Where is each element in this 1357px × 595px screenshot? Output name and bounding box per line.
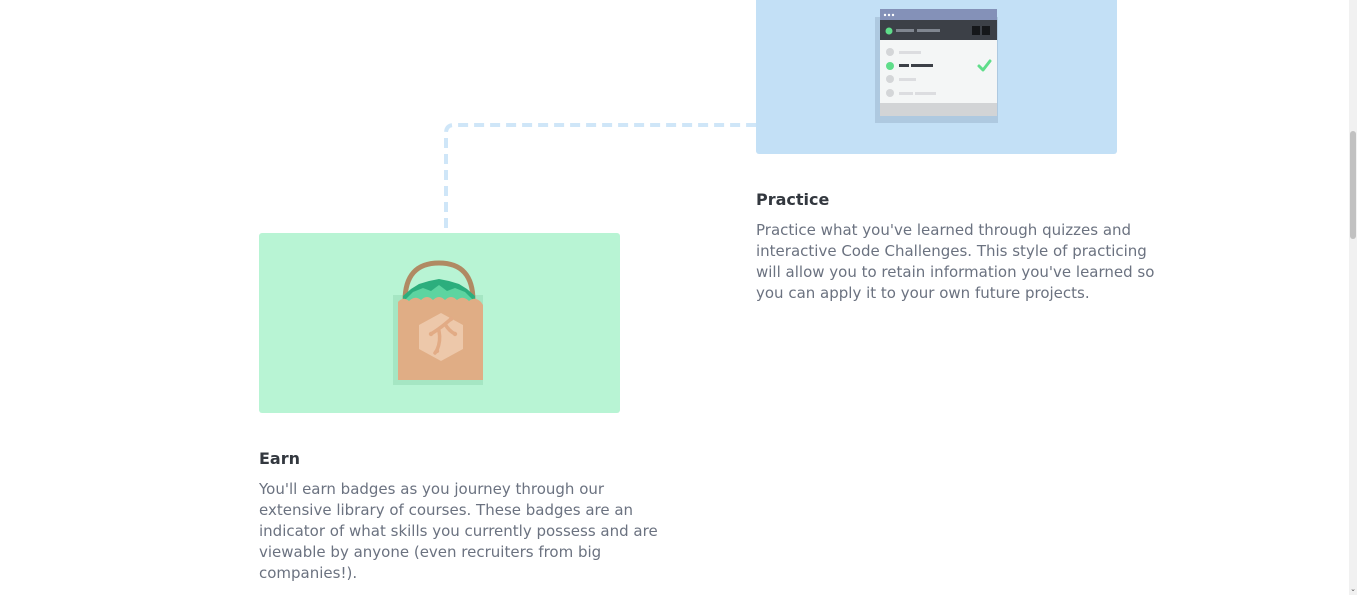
page: Practice Practice what you've learned th… [0,0,1349,595]
practice-heading: Practice [756,190,830,209]
earn-illustration [259,233,620,413]
scroll-down-arrow-icon[interactable]: ⌄ [1349,584,1357,594]
earn-heading: Earn [259,449,301,468]
quiz-window-icon [875,9,998,123]
practice-description: Practice what you've learned through qui… [756,221,1155,302]
earn-description: You'll earn badges as you journey throug… [259,480,658,582]
vertical-scrollbar[interactable]: ⌄ [1349,0,1357,595]
practice-illustration [756,0,1117,154]
badge-bag-icon [393,260,483,385]
scrollbar-thumb[interactable] [1350,131,1356,239]
